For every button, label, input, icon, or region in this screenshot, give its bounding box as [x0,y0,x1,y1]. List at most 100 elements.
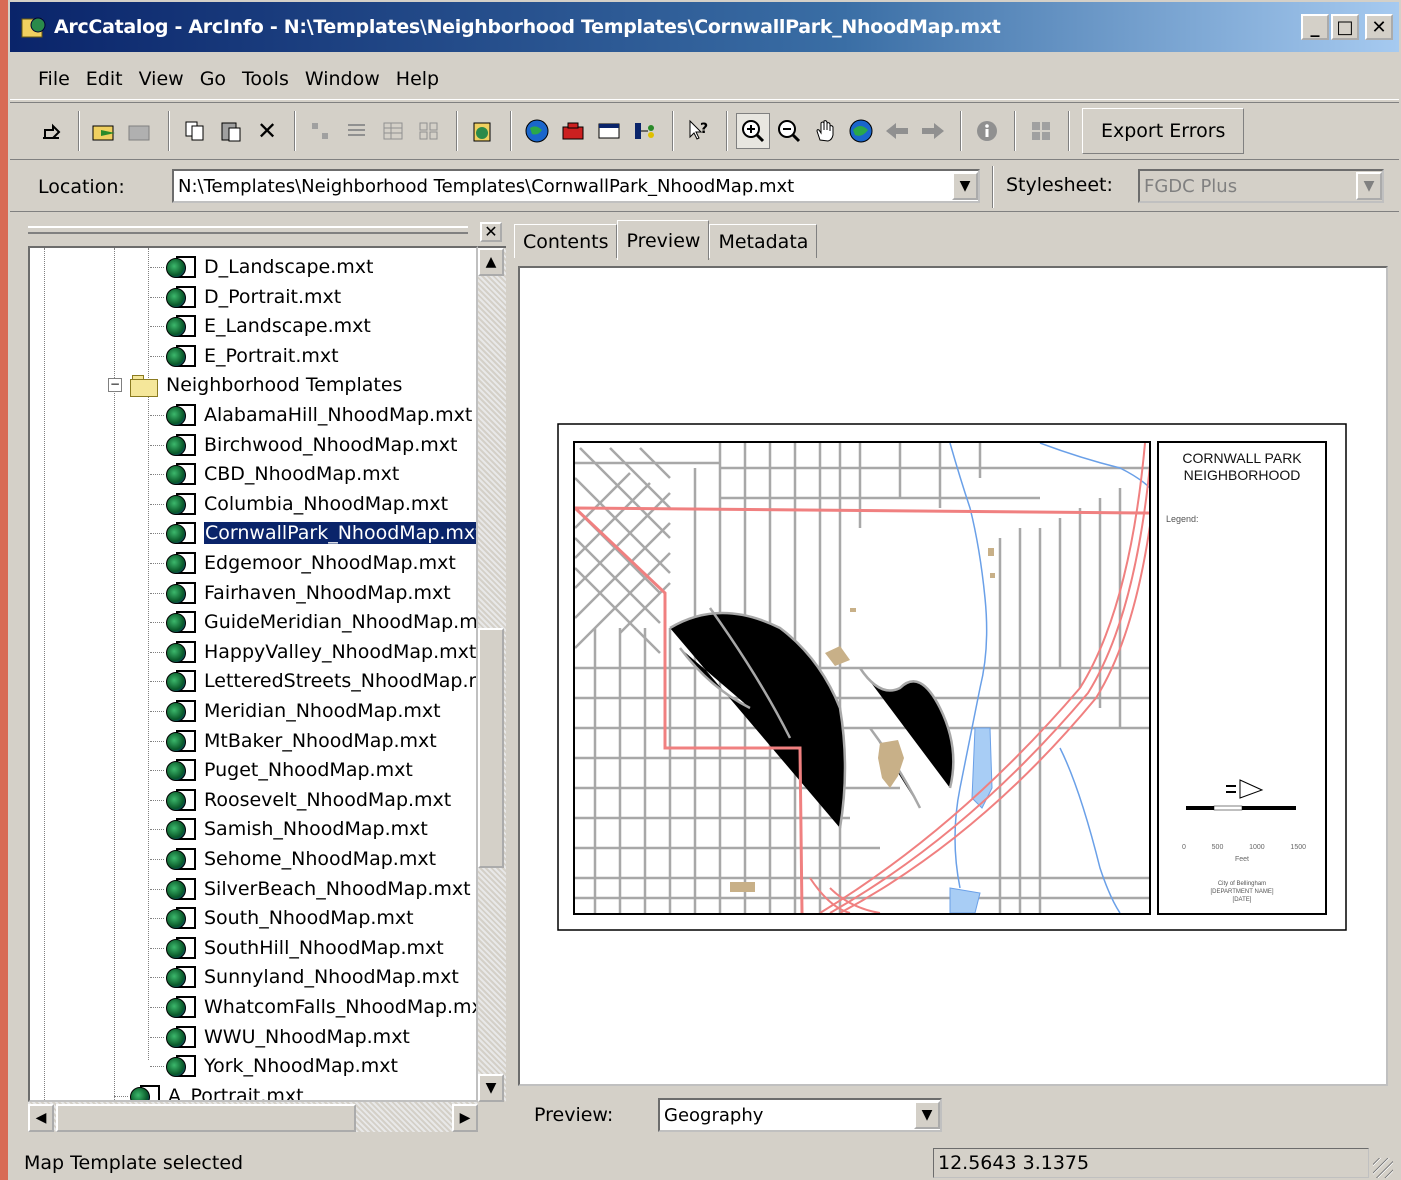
tree-item-label[interactable]: AlabamaHill_NhoodMap.mxt [204,404,472,426]
tree-item[interactable]: Columbia_NhoodMap.mxt [150,489,448,519]
tree-item[interactable]: A_Portrait.mxt [114,1081,304,1100]
scroll-down-icon[interactable]: ▼ [478,1074,504,1102]
tree-item-label[interactable]: Edgemoor_NhoodMap.mxt [204,552,456,574]
tree-item[interactable]: SouthHill_NhoodMap.mxt [150,933,444,963]
tree-item-label[interactable]: GuideMeridian_NhoodMap.mxt [204,611,476,633]
tree-item-label[interactable]: York_NhoodMap.mxt [204,1055,398,1077]
launch-arcmap-icon[interactable] [466,113,500,149]
collapse-icon[interactable]: − [108,378,122,393]
scroll-left-icon[interactable]: ◀ [28,1104,54,1132]
tree-item-label[interactable]: Columbia_NhoodMap.mxt [204,493,448,515]
tree-item-label[interactable]: WWU_NhoodMap.mxt [204,1026,410,1048]
chevron-down-icon[interactable]: ▼ [1356,172,1382,200]
tree-item[interactable]: Sunnyland_NhoodMap.mxt [150,962,459,992]
chevron-down-icon[interactable]: ▼ [914,1101,940,1129]
tree-item[interactable]: HappyValley_NhoodMap.mxt [150,637,476,667]
tree-item[interactable]: Fairhaven_NhoodMap.mxt [150,578,451,608]
preview-type-select[interactable]: Geography ▼ [658,1098,942,1132]
tree-item-label[interactable]: WhatcomFalls_NhoodMap.mxt [204,996,476,1018]
pan-hand-icon[interactable] [808,113,842,149]
tree-item[interactable]: South_NhoodMap.mxt [150,903,414,933]
scroll-thumb[interactable] [478,628,504,868]
globe-icon[interactable] [520,113,554,149]
tree-item[interactable]: D_Landscape.mxt [150,252,373,282]
tree-vertical-scrollbar[interactable]: ▲ ▼ [478,246,506,1102]
whats-this-icon[interactable]: ? [682,113,716,149]
tree-item[interactable]: Meridian_NhoodMap.mxt [150,696,441,726]
tree-item-label[interactable]: LetteredStreets_NhoodMap.mxt [204,670,476,692]
stylesheet-combo[interactable]: FGDC Plus ▼ [1138,169,1384,203]
tree-folder-neighborhood-templates[interactable]: − Neighborhood Templates [108,370,402,400]
tree-item[interactable]: GuideMeridian_NhoodMap.mxt [150,607,476,637]
close-button[interactable]: ✕ [1365,14,1393,40]
tree-item[interactable]: D_Portrait.mxt [150,282,341,312]
tree-item[interactable]: CornwallPark_NhoodMap.mxt [150,518,476,548]
tree-item-label[interactable]: E_Portrait.mxt [204,345,339,367]
tree-item[interactable]: Sehome_NhoodMap.mxt [150,844,436,874]
tree-item[interactable]: AlabamaHill_NhoodMap.mxt [150,400,472,430]
copy-icon[interactable] [178,113,212,149]
preview-area[interactable]: CORNWALL PARK NEIGHBORHOOD Legend: 0 500… [518,266,1388,1086]
scroll-thumb[interactable] [56,1104,356,1132]
menu-view[interactable]: View [139,68,184,90]
large-icons-icon[interactable] [304,113,338,149]
disconnect-folder-icon[interactable] [124,113,158,149]
tree-item[interactable]: E_Portrait.mxt [150,341,339,371]
title-bar[interactable]: ArcCatalog - ArcInfo - N:\Templates\Neig… [10,2,1399,52]
forward-arrow-icon[interactable] [916,113,950,149]
command-line-icon[interactable] [592,113,626,149]
tree-item-label[interactable]: Birchwood_NhoodMap.mxt [204,434,457,456]
catalog-tree[interactable]: D_Landscape.mxt D_Portrait.mxt E_Landscape… [28,246,478,1102]
tree-item-label[interactable]: Puget_NhoodMap.mxt [204,759,413,781]
location-value[interactable]: N:\Templates\Neighborhood Templates\Corn… [174,176,952,197]
tree-item-label[interactable]: D_Landscape.mxt [204,256,373,278]
tree-horizontal-scrollbar[interactable]: ◀ ▶ [28,1102,478,1132]
tree-item[interactable]: York_NhoodMap.mxt [150,1051,398,1081]
tree-item[interactable]: Samish_NhoodMap.mxt [150,814,428,844]
tab-preview[interactable]: Preview [617,220,710,260]
location-combo[interactable]: N:\Templates\Neighborhood Templates\Corn… [172,169,980,203]
scroll-up-icon[interactable]: ▲ [478,248,504,276]
connect-folder-icon[interactable] [88,113,122,149]
arccatalog-app-icon[interactable] [20,13,48,41]
list-icon[interactable] [340,113,374,149]
preview-type-value[interactable]: Geography [660,1105,914,1126]
tree-item-label[interactable]: Sunnyland_NhoodMap.mxt [204,966,459,988]
back-arrow-icon[interactable] [880,113,914,149]
tree-item[interactable]: Birchwood_NhoodMap.mxt [150,430,457,460]
delete-icon[interactable]: ✕ [250,113,284,149]
tree-item[interactable]: LetteredStreets_NhoodMap.mxt [150,666,476,696]
tab-metadata[interactable]: Metadata [709,224,818,258]
tree-item[interactable]: WhatcomFalls_NhoodMap.mxt [150,992,476,1022]
tree-item[interactable]: Puget_NhoodMap.mxt [150,755,413,785]
tree-item[interactable]: WWU_NhoodMap.mxt [150,1022,410,1052]
minimize-button[interactable]: _ [1301,14,1329,40]
tree-folder-label[interactable]: Neighborhood Templates [166,374,402,396]
details-icon[interactable] [376,113,410,149]
menu-file[interactable]: File [38,68,70,90]
topology-icon[interactable] [1024,113,1058,149]
tree-item-label[interactable]: D_Portrait.mxt [204,286,341,308]
menu-tools[interactable]: Tools [242,68,289,90]
tree-item-label[interactable]: HappyValley_NhoodMap.mxt [204,641,476,663]
stylesheet-value[interactable]: FGDC Plus [1140,176,1356,197]
resize-grip[interactable] [1373,1158,1393,1178]
menu-help[interactable]: Help [396,68,439,90]
tree-item[interactable]: SilverBeach_NhoodMap.mxt [150,874,471,904]
menu-window[interactable]: Window [305,68,380,90]
paste-icon[interactable] [214,113,248,149]
menu-go[interactable]: Go [200,68,226,90]
zoom-in-icon[interactable] [736,113,770,149]
chevron-down-icon[interactable]: ▼ [952,172,978,200]
tree-item-label[interactable]: E_Landscape.mxt [204,315,371,337]
tree-item-label[interactable]: Sehome_NhoodMap.mxt [204,848,436,870]
tree-item-label[interactable]: SilverBeach_NhoodMap.mxt [204,878,471,900]
menu-edit[interactable]: Edit [86,68,123,90]
model-builder-icon[interactable] [628,113,662,149]
arctoolbox-icon[interactable] [556,113,590,149]
tree-item[interactable]: CBD_NhoodMap.mxt [150,459,399,489]
full-extent-globe-icon[interactable] [844,113,878,149]
tree-item-label[interactable]: Fairhaven_NhoodMap.mxt [204,582,451,604]
zoom-out-icon[interactable] [772,113,806,149]
tree-item[interactable]: Roosevelt_NhoodMap.mxt [150,785,451,815]
